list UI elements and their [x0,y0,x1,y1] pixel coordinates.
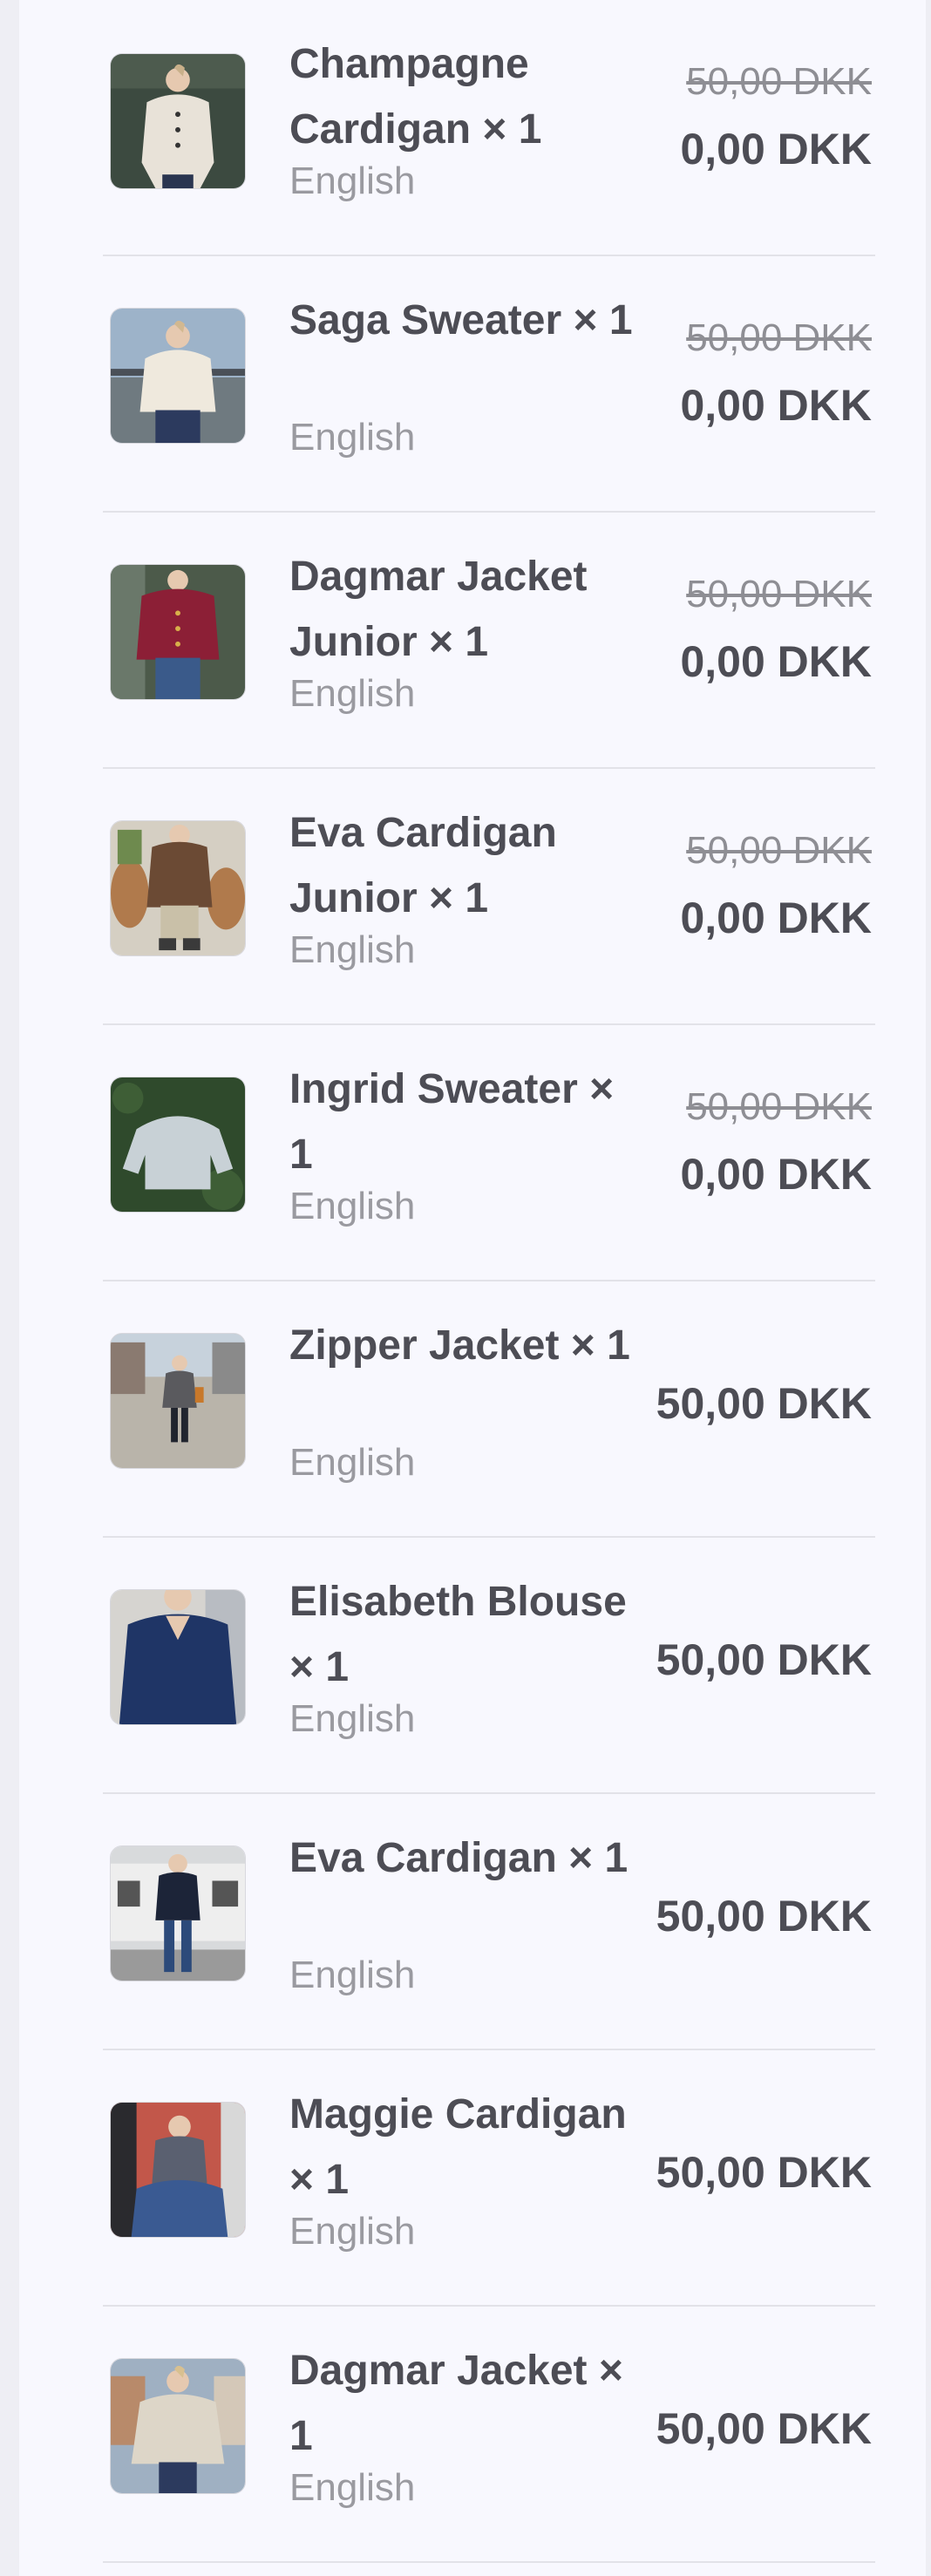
cart-item: Champagne Cardigan × 1 English 50,00 DKK… [103,0,875,256]
product-image[interactable] [110,1077,246,1213]
item-price: 0,00 DKK [680,1150,872,1199]
product-variant: English [289,672,416,715]
cart-item: Eva Cardigan × 1 English 50,00 DKK [103,1794,875,2050]
product-image[interactable] [110,2358,246,2494]
cart-item: Dagmar Jacket × 1 English 50,00 DKK [103,2307,875,2563]
product-image[interactable] [110,2102,246,2238]
cardigan-photo-icon [111,821,245,955]
product-variant: English [289,1697,416,1740]
product-name[interactable]: Elisabeth Blouse × 1 [289,1569,638,1700]
product-variant: English [289,928,416,971]
original-price: 50,00 DKK [686,316,872,359]
product-image[interactable] [110,1845,246,1981]
product-name[interactable]: Dagmar Jacket × 1 [289,2338,638,2469]
cart-item: Ingrid Sweater × 1 English 50,00 DKK 0,0… [103,1025,875,1281]
cart-item: Eva Cardigan Junior × 1 English 50,00 DK… [103,769,875,1025]
product-variant: English [289,2210,416,2253]
item-price: 0,00 DKK [680,894,872,942]
item-price: 50,00 DKK [656,2404,872,2453]
item-price: 50,00 DKK [656,1635,872,1684]
jacket-photo-icon [111,565,245,699]
item-price: 50,00 DKK [656,1379,872,1428]
original-price: 50,00 DKK [686,829,872,872]
product-variant: English [289,2466,416,2509]
product-name[interactable]: Champagne Cardigan × 1 [289,31,638,162]
cardigan-photo-icon [111,1846,245,1981]
original-price: 50,00 DKK [686,573,872,615]
cart-item: Dagmar Jacket Junior × 1 English 50,00 D… [103,513,875,769]
product-variant: English [289,1441,416,1484]
cardigan-photo-icon [111,2103,245,2237]
cart-item: Saga Sweater × 1 English 50,00 DKK 0,00 … [103,256,875,513]
blouse-photo-icon [111,1590,245,1724]
sweater-photo-icon [111,1077,245,1212]
product-name[interactable]: Saga Sweater × 1 [289,288,638,353]
product-name[interactable]: Eva Cardigan × 1 [289,1825,638,1891]
product-name[interactable]: Eva Cardigan Junior × 1 [289,800,638,931]
jacket-photo-icon [111,1334,245,1468]
original-price: 50,00 DKK [686,60,872,103]
product-image[interactable] [110,53,246,189]
cart-item: Maggie Cardigan × 1 English 50,00 DKK [103,2050,875,2307]
product-image[interactable] [110,1333,246,1469]
sweater-photo-icon [111,309,245,443]
product-name[interactable]: Dagmar Jacket Junior × 1 [289,544,638,675]
cardigan-photo-icon [111,54,245,188]
original-price: 50,00 DKK [686,1085,872,1128]
item-price: 0,00 DKK [680,125,872,173]
product-variant: English [289,160,416,202]
item-price: 0,00 DKK [680,637,872,686]
product-image[interactable] [110,308,246,444]
product-name[interactable]: Maggie Cardigan × 1 [289,2082,638,2212]
item-price: 50,00 DKK [656,1892,872,1940]
item-price: 0,00 DKK [680,381,872,430]
product-image[interactable] [110,1589,246,1725]
product-variant: English [289,1185,416,1227]
cart-panel: Champagne Cardigan × 1 English 50,00 DKK… [19,0,926,2576]
cart-item: Zipper Jacket × 1 English 50,00 DKK [103,1281,875,1538]
jacket-photo-icon [111,2359,245,2493]
item-price: 50,00 DKK [656,2148,872,2197]
cart-item: Elisabeth Blouse × 1 English 50,00 DKK [103,1538,875,1794]
product-image[interactable] [110,564,246,700]
product-variant: English [289,416,416,459]
product-variant: English [289,1954,416,1996]
product-image[interactable] [110,820,246,956]
product-name[interactable]: Ingrid Sweater × 1 [289,1057,638,1187]
product-name[interactable]: Zipper Jacket × 1 [289,1313,638,1378]
